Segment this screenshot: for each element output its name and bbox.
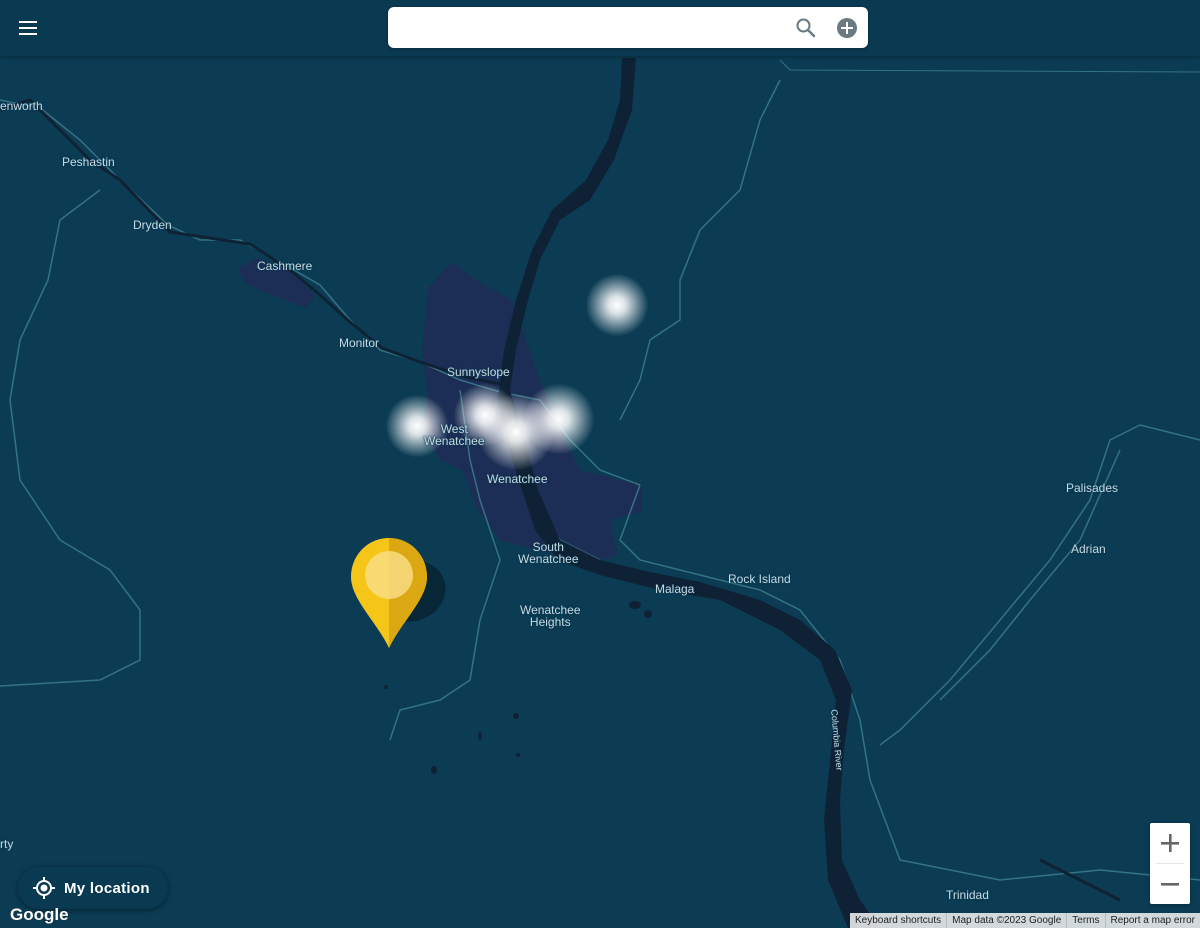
crosshair-icon [33, 877, 55, 899]
map-label: Peshastin [62, 155, 115, 169]
map-label: Cashmere [257, 259, 313, 273]
hotspot-marker[interactable] [524, 384, 594, 454]
map-base-layer [0, 58, 1200, 928]
my-location-label: My location [64, 879, 150, 897]
minus-icon [1161, 883, 1179, 886]
map-label: Palisades [1066, 481, 1119, 495]
keyboard-shortcuts-link[interactable]: Keyboard shortcuts [850, 913, 946, 928]
plus-icon [1161, 834, 1179, 852]
map-canvas[interactable]: enworth Peshastin Dryden Cashmere Monito… [0, 0, 1200, 928]
zoom-controls [1150, 823, 1190, 904]
terms-link[interactable]: Terms [1066, 913, 1104, 928]
map-label: Wenatchee [487, 472, 548, 486]
map-pin-icon[interactable] [346, 535, 450, 653]
google-logo: Google [10, 905, 69, 924]
attribution-bar: Keyboard shortcuts Map data ©2023 Google… [849, 913, 1200, 928]
map-label: enworth [0, 99, 43, 113]
add-circle-icon[interactable] [836, 17, 858, 39]
map-label: Adrian [1071, 542, 1106, 556]
search-input[interactable] [400, 13, 784, 43]
report-map-error-link[interactable]: Report a map error [1104, 913, 1200, 928]
map-label: rty [0, 837, 14, 851]
map-label: Dryden [133, 218, 172, 232]
zoom-in-button[interactable] [1150, 823, 1190, 863]
menu-button[interactable] [12, 12, 44, 44]
map-label: West Wenatchee [424, 422, 485, 448]
my-location-button[interactable]: My location [18, 867, 168, 909]
map-label: Wenatchee Heights [520, 603, 581, 629]
map-label: Malaga [655, 582, 695, 596]
map-label: South Wenatchee [518, 540, 579, 566]
map-label: Monitor [339, 336, 380, 350]
map-label: Sunnyslope [447, 365, 510, 379]
map-data-text: Map data ©2023 Google [946, 913, 1066, 928]
zoom-out-button[interactable] [1150, 864, 1190, 904]
top-app-bar [0, 0, 1200, 56]
map-label: Trinidad [946, 888, 989, 902]
map-label: Rock Island [728, 572, 791, 586]
menu-icon [19, 21, 37, 35]
search-icon[interactable] [794, 16, 818, 40]
search-box [388, 7, 868, 48]
hotspot-marker[interactable] [586, 274, 648, 336]
